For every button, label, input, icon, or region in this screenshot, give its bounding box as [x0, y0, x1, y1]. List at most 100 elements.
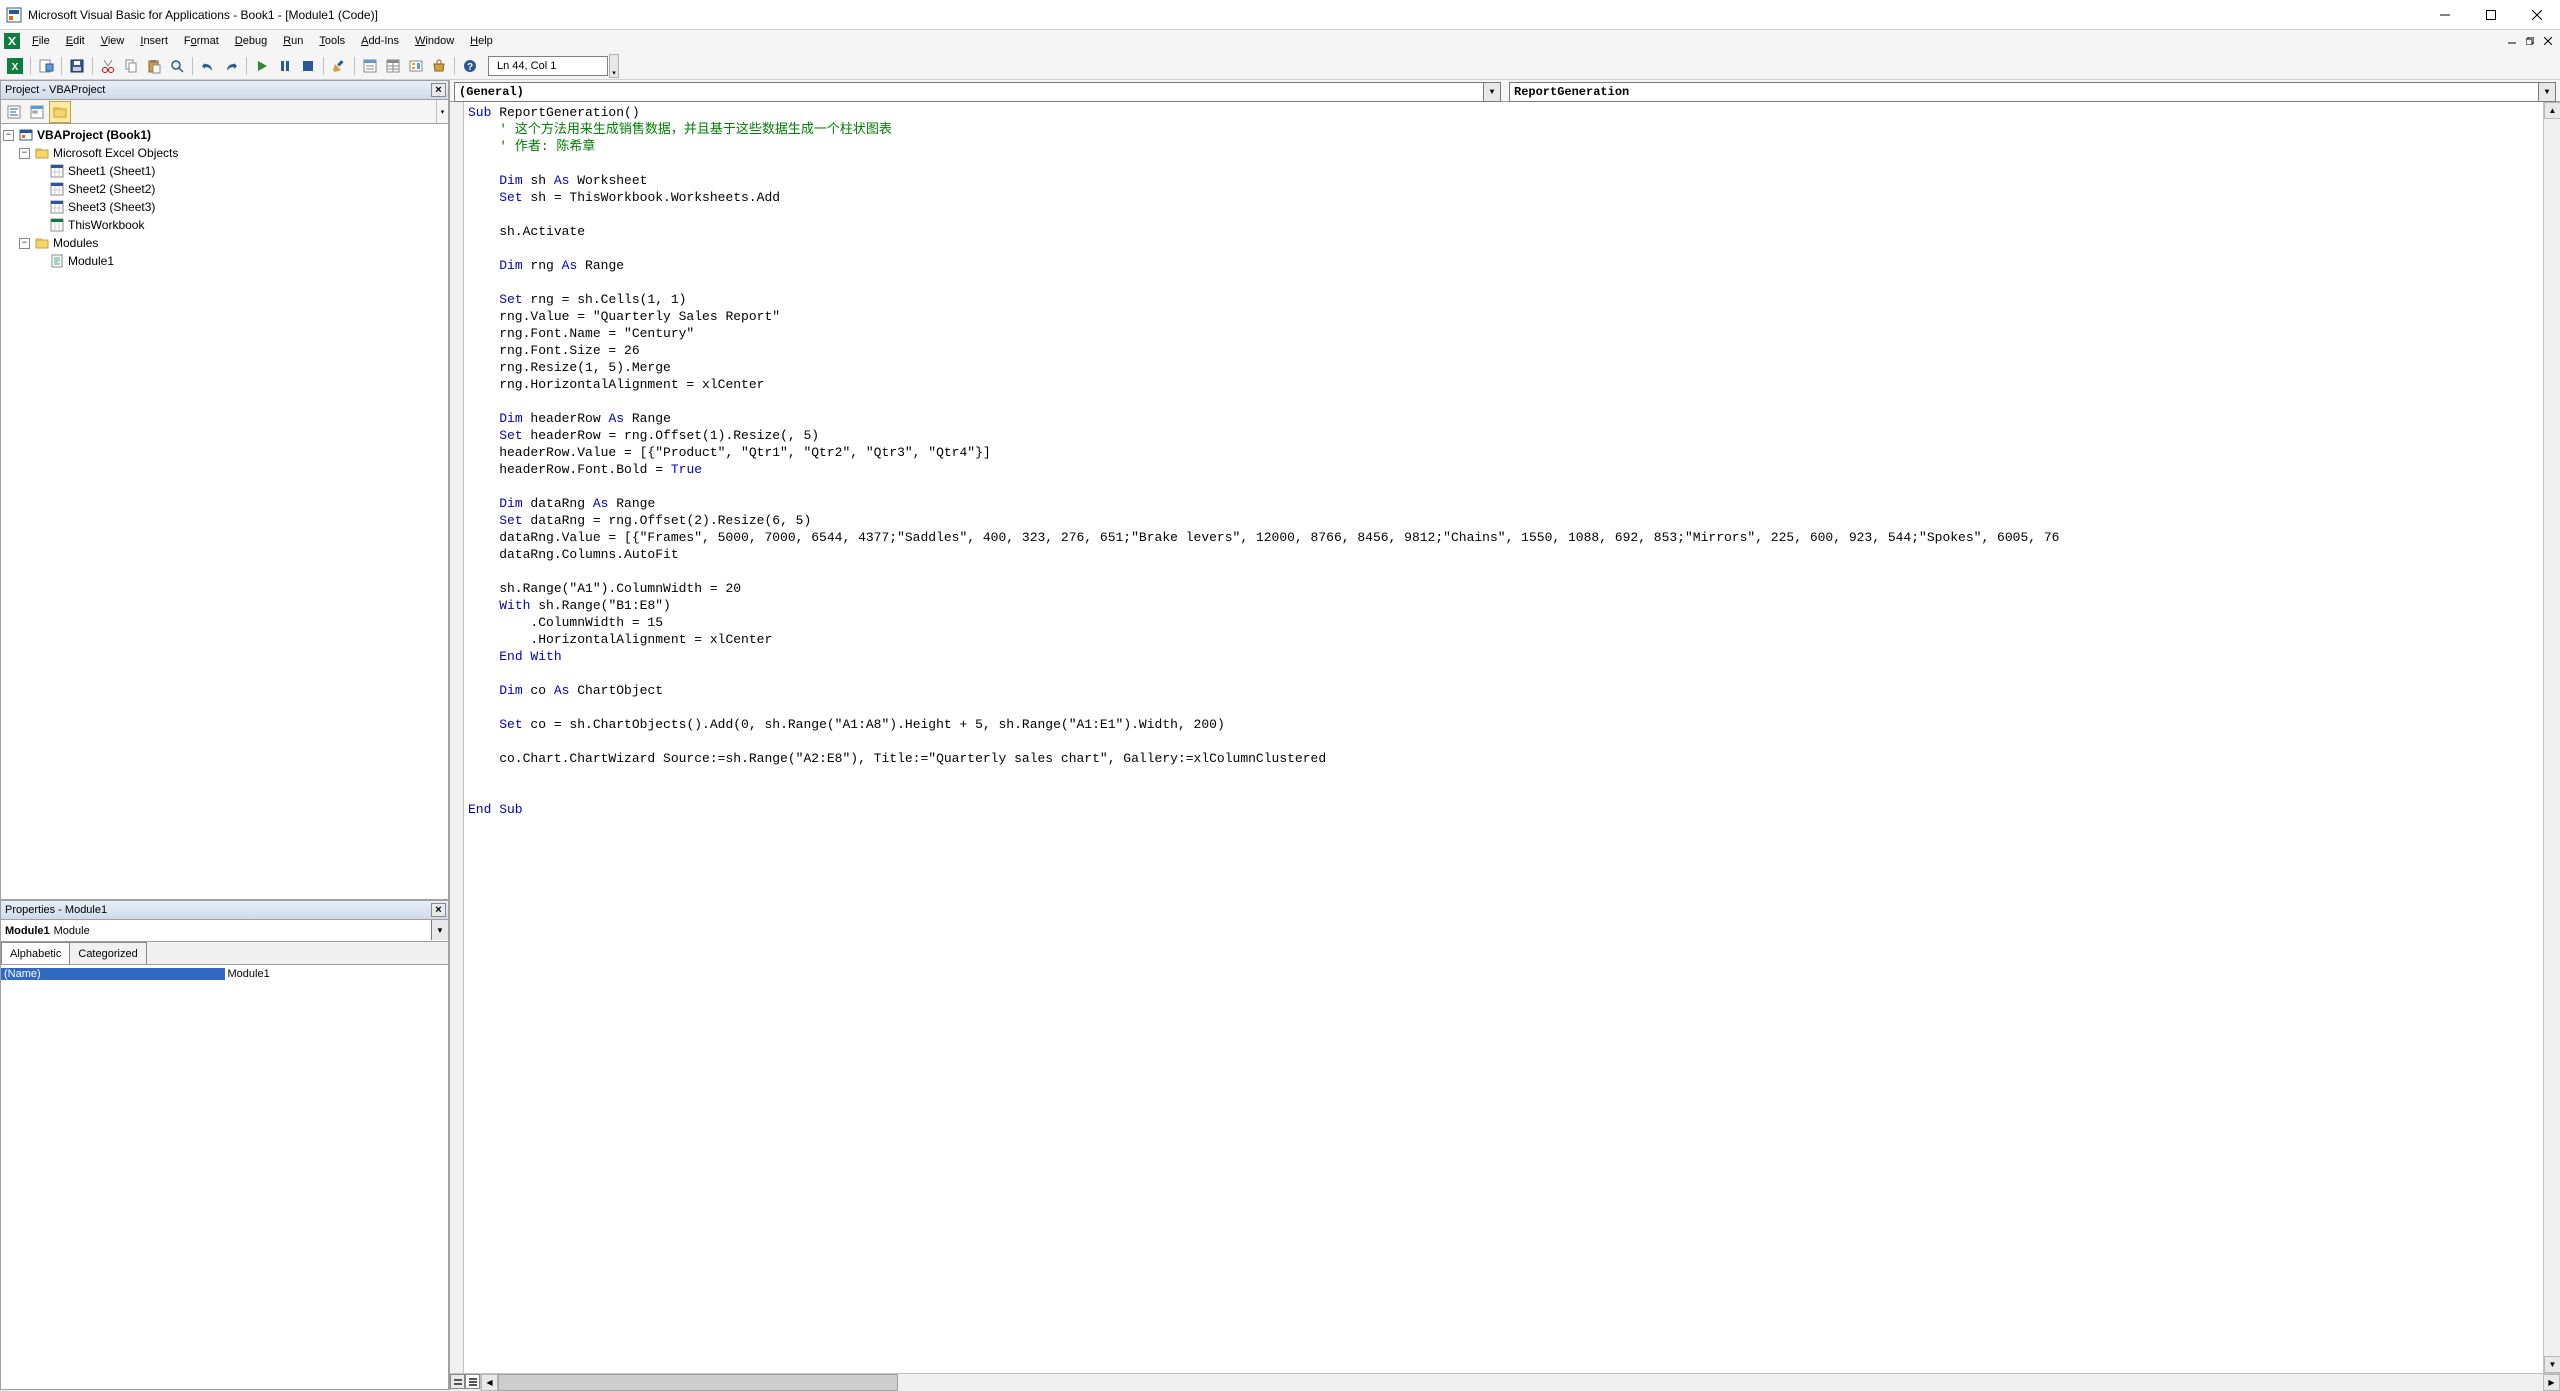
- project-icon: [18, 127, 34, 143]
- separator: [246, 57, 247, 75]
- menu-addins[interactable]: Add-Ins: [353, 33, 407, 49]
- dropdown-arrow-icon[interactable]: ▼: [2538, 83, 2555, 101]
- toolbar-overflow[interactable]: ▾: [609, 54, 619, 78]
- toolbox-button[interactable]: [428, 55, 450, 77]
- property-row[interactable]: (Name) Module1: [1, 965, 448, 983]
- menu-run[interactable]: Run: [275, 33, 311, 49]
- tree-node-modules[interactable]: − Modules: [3, 234, 446, 252]
- save-button[interactable]: [66, 55, 88, 77]
- dropdown-arrow-icon[interactable]: ▼: [1483, 83, 1500, 101]
- menu-insert[interactable]: Insert: [132, 33, 176, 49]
- menu-file[interactable]: File: [24, 33, 58, 49]
- help-button[interactable]: ?: [459, 55, 481, 77]
- worksheet-icon: [49, 181, 65, 197]
- prop-object-type: Module: [54, 925, 90, 937]
- mdi-minimize-button[interactable]: [2504, 33, 2520, 49]
- tree-toggle[interactable]: −: [3, 130, 14, 141]
- tree-toggle[interactable]: −: [19, 148, 30, 159]
- mdi-controls: [2504, 33, 2556, 49]
- toggle-folders-button[interactable]: [49, 101, 71, 123]
- tree-node-sheet2[interactable]: Sheet2 (Sheet2): [3, 180, 446, 198]
- find-button[interactable]: [166, 55, 188, 77]
- tree-node-sheet3[interactable]: Sheet3 (Sheet3): [3, 198, 446, 216]
- object-dropdown[interactable]: (General) ▼: [454, 82, 1501, 102]
- menu-view[interactable]: View: [93, 33, 133, 49]
- scroll-left-arrow[interactable]: ◀: [481, 1374, 498, 1391]
- mdi-restore-button[interactable]: [2522, 33, 2538, 49]
- properties-window-button[interactable]: [382, 55, 404, 77]
- maximize-button[interactable]: [2468, 0, 2514, 30]
- separator: [354, 57, 355, 75]
- tree-node-sheet1[interactable]: Sheet1 (Sheet1): [3, 162, 446, 180]
- scroll-down-arrow[interactable]: ▼: [2544, 1356, 2560, 1373]
- tree-node-module1[interactable]: Module1: [3, 252, 446, 270]
- code-area: (General) ▼ ReportGeneration ▼ Sub Repor…: [450, 80, 2560, 1390]
- tree-label: Microsoft Excel Objects: [53, 146, 178, 160]
- scroll-right-arrow[interactable]: ▶: [2543, 1374, 2560, 1391]
- menu-format[interactable]: Format: [176, 33, 227, 49]
- project-panel-title: Project - VBAProject: [5, 84, 105, 96]
- worksheet-icon: [49, 163, 65, 179]
- svg-text:?: ?: [467, 62, 473, 73]
- project-toolbar-overflow[interactable]: ▾: [437, 100, 448, 123]
- mdi-close-button[interactable]: [2540, 33, 2556, 49]
- redo-button[interactable]: [220, 55, 242, 77]
- view-excel-button[interactable]: X: [4, 55, 26, 77]
- procedure-view-button[interactable]: [450, 1374, 465, 1389]
- tree-label: Modules: [53, 236, 98, 250]
- tree-label: ThisWorkbook: [68, 218, 144, 232]
- object-browser-button[interactable]: [405, 55, 427, 77]
- separator: [323, 57, 324, 75]
- tab-alphabetic[interactable]: Alphabetic: [1, 942, 70, 964]
- full-module-view-button[interactable]: [465, 1374, 480, 1389]
- properties-panel-header: Properties - Module1 ×: [0, 900, 449, 920]
- paste-button[interactable]: [143, 55, 165, 77]
- project-tree[interactable]: − VBAProject (Book1) − Microsoft Excel O…: [0, 124, 449, 900]
- tab-categorized[interactable]: Categorized: [69, 942, 146, 964]
- run-button[interactable]: [251, 55, 273, 77]
- tree-node-thisworkbook[interactable]: ThisWorkbook: [3, 216, 446, 234]
- excel-icon[interactable]: [4, 33, 20, 49]
- view-code-button[interactable]: [3, 101, 25, 123]
- tree-toggle[interactable]: −: [19, 238, 30, 249]
- property-name: (Name): [1, 968, 225, 980]
- insert-module-button[interactable]: [35, 55, 57, 77]
- minimize-button[interactable]: [2422, 0, 2468, 30]
- workspace: Project - VBAProject × ▾ − VBAProject (B…: [0, 80, 2560, 1390]
- dropdown-arrow-icon[interactable]: ▼: [431, 920, 448, 940]
- undo-button[interactable]: [197, 55, 219, 77]
- procedure-dropdown[interactable]: ReportGeneration ▼: [1509, 82, 2556, 102]
- project-explorer-button[interactable]: [359, 55, 381, 77]
- procedure-dropdown-value: ReportGeneration: [1514, 85, 1629, 99]
- design-mode-button[interactable]: [328, 55, 350, 77]
- close-button[interactable]: [2514, 0, 2560, 30]
- vertical-scrollbar[interactable]: ▲ ▼: [2543, 102, 2560, 1373]
- properties-panel-close[interactable]: ×: [431, 903, 446, 917]
- code-content[interactable]: Sub ReportGeneration() ' 这个方法用来生成销售数据，并且…: [464, 102, 2543, 1373]
- view-object-button[interactable]: [26, 101, 48, 123]
- titlebar: Microsoft Visual Basic for Applications …: [0, 0, 2560, 30]
- menu-debug[interactable]: Debug: [227, 33, 275, 49]
- tree-node-excel-objects[interactable]: − Microsoft Excel Objects: [3, 144, 446, 162]
- window-controls: [2422, 0, 2560, 30]
- scroll-up-arrow[interactable]: ▲: [2544, 102, 2560, 119]
- menu-edit[interactable]: Edit: [58, 33, 93, 49]
- copy-button[interactable]: [120, 55, 142, 77]
- horizontal-scrollbar[interactable]: ◀ ▶: [480, 1374, 2560, 1390]
- properties-object-selector[interactable]: Module1 Module ▼: [0, 920, 449, 942]
- menubar: File Edit View Insert Format Debug Run T…: [0, 30, 2560, 52]
- code-editor[interactable]: Sub ReportGeneration() ' 这个方法用来生成销售数据，并且…: [450, 102, 2560, 1373]
- margin-indicator-bar[interactable]: [450, 102, 464, 1373]
- scroll-thumb[interactable]: [498, 1374, 898, 1391]
- cut-button[interactable]: [97, 55, 119, 77]
- project-panel-header: Project - VBAProject ×: [0, 80, 449, 100]
- properties-grid[interactable]: (Name) Module1: [0, 964, 449, 1390]
- break-button[interactable]: [274, 55, 296, 77]
- project-panel-close[interactable]: ×: [431, 83, 446, 97]
- menu-tools[interactable]: Tools: [311, 33, 353, 49]
- tree-node-project[interactable]: − VBAProject (Book1): [3, 126, 446, 144]
- menu-help[interactable]: Help: [462, 33, 501, 49]
- property-value[interactable]: Module1: [225, 968, 449, 980]
- menu-window[interactable]: Window: [407, 33, 462, 49]
- reset-button[interactable]: [297, 55, 319, 77]
